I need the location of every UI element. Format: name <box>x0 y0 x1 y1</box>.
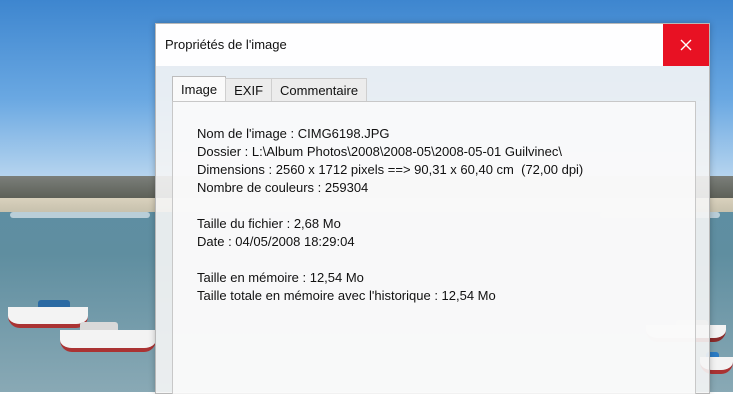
file-size: Taille du fichier : 2,68 Mo <box>197 216 341 231</box>
tab-image[interactable]: Image <box>172 76 227 102</box>
image-properties-dialog: Propriétés de l'image Image EXIF Comment… <box>155 23 710 394</box>
tab-bar: Image EXIF Commentaire <box>172 76 368 102</box>
title-bar: Propriétés de l'image <box>156 24 709 66</box>
close-icon <box>680 39 692 51</box>
dialog-title: Propriétés de l'image <box>165 37 287 52</box>
memory-size: Taille en mémoire : 12,54 Mo <box>197 270 364 285</box>
close-button[interactable] <box>663 24 709 66</box>
file-date: Date : 04/05/2008 18:29:04 <box>197 234 355 249</box>
tab-image-label: Image <box>181 82 218 97</box>
image-info: Nom de l'image : CIMG6198.JPG Dossier : … <box>197 125 583 305</box>
image-folder: Dossier : L:\Album Photos\2008\2008-05\2… <box>197 144 562 159</box>
tab-commentaire-label: Commentaire <box>280 82 359 98</box>
image-tab-panel: Nom de l'image : CIMG6198.JPG Dossier : … <box>172 101 696 394</box>
image-name: Nom de l'image : CIMG6198.JPG <box>197 126 390 141</box>
tab-exif[interactable]: EXIF <box>225 78 273 101</box>
foam-left <box>10 212 150 218</box>
tab-exif-label: EXIF <box>234 82 264 98</box>
tab-commentaire[interactable]: Commentaire <box>271 78 368 101</box>
image-dimensions: Dimensions : 2560 x 1712 pixels ==> 90,3… <box>197 162 584 177</box>
boat <box>60 322 156 352</box>
memory-total: Taille totale en mémoire avec l'historiq… <box>197 288 496 303</box>
image-colors: Nombre de couleurs : 259304 <box>197 180 369 195</box>
